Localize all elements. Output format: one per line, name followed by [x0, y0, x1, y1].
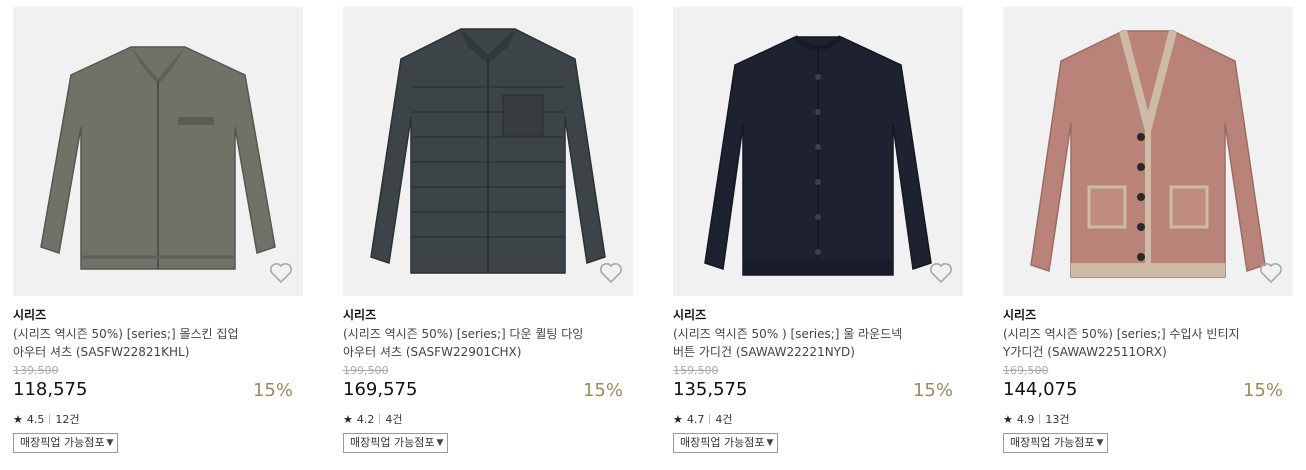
store-pickup-label: 매장픽업 가능점포: [350, 436, 435, 449]
round-neck-cardigan-image: [704, 35, 932, 276]
rating-value: 4.2: [356, 412, 375, 426]
store-pickup-label: 매장픽업 가능점포: [1010, 436, 1095, 449]
review-count: 13건: [1045, 413, 1070, 426]
store-pickup-dropdown[interactable]: 매장픽업 가능점포 ▼: [1003, 433, 1109, 453]
rating-row: ★ 4.2 4건: [343, 411, 403, 427]
product-card[interactable]: 시리즈 (시리즈 역시즌 50%) [series;] 수입사 빈티지 Y가디건…: [1003, 7, 1293, 467]
rating-value: 4.5: [26, 412, 45, 426]
product-card[interactable]: 시리즈 (시리즈 역시즌 50% ) [series;] 울 라운드넥 버튼 가…: [673, 7, 963, 467]
store-pickup-label: 매장픽업 가능점포: [20, 436, 105, 449]
store-pickup-dropdown[interactable]: 매장픽업 가능점포 ▼: [13, 433, 119, 453]
product-image[interactable]: [1003, 7, 1293, 296]
heart-icon[interactable]: [1259, 262, 1283, 284]
rating-row: ★ 4.7 4건: [673, 411, 733, 427]
discount-rate: 15%: [912, 380, 953, 401]
sale-price: 144,075: [1003, 379, 1078, 400]
divider: [379, 414, 381, 424]
caret-down-icon: ▼: [766, 438, 774, 448]
divider: [1039, 414, 1041, 424]
caret-down-icon: ▼: [436, 438, 444, 448]
review-count: 4건: [385, 413, 403, 426]
store-pickup-dropdown[interactable]: 매장픽업 가능점포 ▼: [673, 433, 779, 453]
original-price: 169,500: [1003, 364, 1049, 377]
original-price: 139,500: [13, 364, 59, 377]
heart-icon[interactable]: [269, 262, 293, 284]
product-name[interactable]: (시리즈 역시즌 50%) [series;] 수입사 빈티지 Y가디건 (SA…: [1003, 325, 1251, 361]
review-count: 12건: [55, 413, 80, 426]
brand-name: 시리즈: [1003, 308, 1037, 322]
caret-down-icon: ▼: [106, 438, 114, 448]
product-image[interactable]: [673, 7, 963, 296]
rating-value: 4.9: [1016, 412, 1035, 426]
review-count: 4건: [715, 413, 733, 426]
original-price: 159,500: [673, 364, 719, 377]
product-image[interactable]: [343, 7, 633, 296]
product-image[interactable]: [13, 7, 303, 296]
heart-icon[interactable]: [599, 262, 623, 284]
rating-row: ★ 4.5 12건: [13, 411, 80, 427]
product-card[interactable]: 시리즈 (시리즈 역시즌 50%) [series;] 몰스킨 집업 아우터 셔…: [13, 7, 303, 467]
brand-name: 시리즈: [343, 308, 377, 322]
v-neck-cardigan-image: [1030, 29, 1266, 278]
star-icon: ★: [343, 412, 353, 426]
store-pickup-label: 매장픽업 가능점포: [680, 436, 765, 449]
brand-name: 시리즈: [673, 308, 707, 322]
divider: [709, 414, 711, 424]
quilted-down-shirt-image: [370, 28, 606, 274]
caret-down-icon: ▼: [1096, 438, 1104, 448]
sale-price: 135,575: [673, 379, 748, 400]
sale-price: 118,575: [13, 379, 88, 400]
heart-icon[interactable]: [929, 262, 953, 284]
discount-rate: 15%: [582, 380, 623, 401]
star-icon: ★: [1003, 412, 1013, 426]
rating-row: ★ 4.9 13건: [1003, 411, 1070, 427]
divider: [49, 414, 51, 424]
rating-value: 4.7: [686, 412, 705, 426]
product-name[interactable]: (시리즈 역시즌 50% ) [series;] 울 라운드넥 버튼 가디건 (…: [673, 325, 921, 361]
brand-name: 시리즈: [13, 308, 47, 322]
star-icon: ★: [673, 412, 683, 426]
sale-price: 169,575: [343, 379, 418, 400]
store-pickup-dropdown[interactable]: 매장픽업 가능점포 ▼: [343, 433, 449, 453]
star-icon: ★: [13, 412, 23, 426]
original-price: 199,500: [343, 364, 389, 377]
zip-shirt-jacket-image: [40, 46, 276, 270]
product-name[interactable]: (시리즈 역시즌 50%) [series;] 다운 퀼팅 다잉 아우터 셔츠 …: [343, 325, 591, 361]
product-card[interactable]: 시리즈 (시리즈 역시즌 50%) [series;] 다운 퀼팅 다잉 아우터…: [343, 7, 633, 467]
product-name[interactable]: (시리즈 역시즌 50%) [series;] 몰스킨 집업 아우터 셔츠 (S…: [13, 325, 261, 361]
discount-rate: 15%: [252, 380, 293, 401]
discount-rate: 15%: [1242, 380, 1283, 401]
product-grid: 시리즈 (시리즈 역시즌 50%) [series;] 몰스킨 집업 아우터 셔…: [0, 0, 1306, 470]
